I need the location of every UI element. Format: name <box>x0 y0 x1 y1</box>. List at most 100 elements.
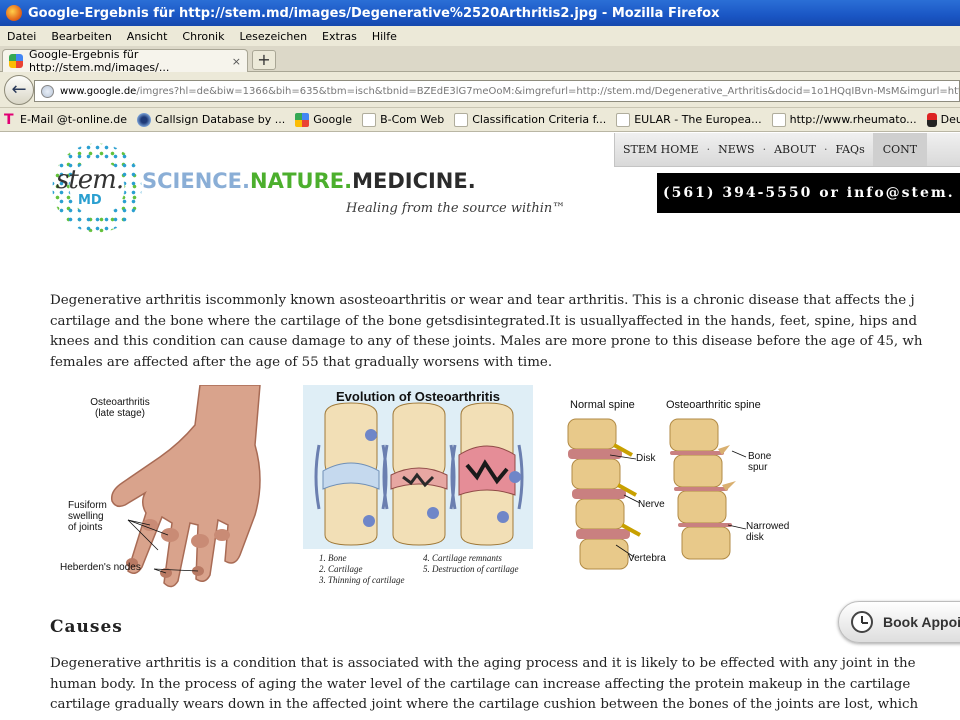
heberden-label: Heberden's nodes <box>60 562 141 573</box>
narrowed-disk-label: Narrowed disk <box>746 521 790 543</box>
evolution-legend-left: 1. Bone 2. Cartilage 3. Thinning of cart… <box>319 553 405 586</box>
bookmark-label: Google <box>313 113 353 126</box>
callsign-icon <box>137 112 152 127</box>
nav-faqs[interactable]: FAQs <box>827 143 872 156</box>
bookmark-label: Classification Criteria f... <box>472 113 607 126</box>
legend-item: 4. Cartilage remnants <box>423 553 502 563</box>
tagline-nature: NATURE. <box>250 169 353 193</box>
url-path: /imgres?hl=de&biw=1366&bih=635&tbm=isch&… <box>136 85 960 97</box>
normal-spine-title: Normal spine <box>570 399 635 411</box>
intro-line: knees and this condition can cause damag… <box>50 334 923 349</box>
bookmark-label: EULAR - The Europea... <box>634 113 762 126</box>
page-icon <box>454 112 469 127</box>
google-favicon-icon <box>9 54 23 68</box>
contact-bar: (561) 394-5550 or info@stem. <box>657 173 960 213</box>
menu-hilfe[interactable]: Hilfe <box>365 30 405 43</box>
logo-stem-text: stem. <box>56 165 124 195</box>
site-tagline: SCIENCE.NATURE.MEDICINE. <box>142 169 476 193</box>
intro-line: females are affected after the age of 55… <box>50 354 553 370</box>
telekom-icon: T <box>4 111 14 128</box>
bookmark-t-online[interactable]: T E-Mail @t-online.de <box>4 113 127 127</box>
menu-ansicht[interactable]: Ansicht <box>120 30 176 43</box>
bookmark-label: E-Mail @t-online.de <box>20 113 128 126</box>
legend-item: 3. Thinning of cartilage <box>319 575 405 585</box>
page-icon <box>362 112 377 127</box>
nav-stem-home[interactable]: STEM HOME <box>615 143 707 156</box>
tab-close-icon[interactable]: × <box>232 55 241 68</box>
menu-lesezeichen[interactable]: Lesezeichen <box>232 30 315 43</box>
bookmark-bcom[interactable]: B-Com Web <box>362 112 445 127</box>
bookmark-label: http://www.rheumato... <box>789 113 917 126</box>
page-content: stem. MD SCIENCE.NATURE.MEDICINE. Healin… <box>0 133 960 720</box>
logo-md-text: MD <box>78 193 102 208</box>
bookmark-eular[interactable]: EULAR - The Europea... <box>616 112 762 127</box>
book-appointment-label: Book Appoi <box>883 614 960 630</box>
joint-stage-1 <box>314 402 388 546</box>
vertebra-label: Vertebra <box>628 553 666 564</box>
nerve-label: Nerve <box>638 499 665 510</box>
joint-stage-2 <box>382 402 456 546</box>
window-title: Google-Ergebnis für http://stem.md/image… <box>28 5 720 21</box>
menu-datei[interactable]: Datei <box>0 30 44 43</box>
menu-chronik[interactable]: Chronik <box>175 30 232 43</box>
bookmark-callsign[interactable]: Callsign Database by ... <box>137 112 286 127</box>
legend-item: 1. Bone <box>319 553 347 563</box>
menu-bearbeiten[interactable]: Bearbeiten <box>44 30 119 43</box>
bookmark-classification[interactable]: Classification Criteria f... <box>454 112 607 127</box>
bookmarks-bar: T E-Mail @t-online.de Callsign Database b… <box>0 108 960 132</box>
hand-title-label: Osteoarthritis (late stage) <box>90 397 150 419</box>
bookmark-rheumato[interactable]: http://www.rheumato... <box>771 112 917 127</box>
causes-paragraph: Degenerative arthritis is a condition th… <box>50 654 960 716</box>
causes-line: Degenerative arthritis is a condition th… <box>50 656 916 671</box>
causes-line: human body. In the process of aging the … <box>50 676 911 692</box>
causes-line: cartilage gradually wears down in the af… <box>50 697 919 712</box>
nav-about[interactable]: ABOUT <box>766 143 824 156</box>
tagline-science: SCIENCE. <box>142 169 251 193</box>
tab-label: Google-Ergebnis für http://stem.md/image… <box>29 48 170 74</box>
bookmark-label: Deutsche Gesellschaf <box>940 113 960 126</box>
bookmark-google[interactable]: Google <box>295 112 353 127</box>
new-tab-button[interactable]: + <box>252 50 276 70</box>
bookmark-label: Callsign Database by ... <box>155 113 286 126</box>
bookmark-deutsche[interactable]: Deutsche Gesellschaf <box>926 112 960 127</box>
tagline-medicine: MEDICINE. <box>352 169 476 193</box>
tab-google-result[interactable]: Google-Ergebnis für http://stem.md/image… <box>2 48 248 74</box>
site-logo[interactable]: stem. MD SCIENCE.NATURE.MEDICINE. Healin… <box>48 143 565 233</box>
oa-spine-title: Osteoarthritic spine <box>666 399 761 411</box>
intro-line: Degenerative arthritis iscommonly known … <box>50 293 915 308</box>
book-appointment-button[interactable]: Book Appoi <box>838 601 960 643</box>
page-icon <box>616 112 631 127</box>
site-subtagline: Healing from the source within™ <box>346 201 566 216</box>
clock-icon <box>851 611 873 633</box>
disk-label: Disk <box>636 453 656 464</box>
legend-item: 5. Destruction of cartilage <box>423 564 519 574</box>
bookmark-label: B-Com Web <box>380 113 445 126</box>
spine-comparison-figure: Normal spine Osteoarthritic spine Disk N… <box>550 385 790 595</box>
back-button[interactable]: ← <box>4 75 34 105</box>
back-arrow-icon: ← <box>11 79 27 100</box>
url-bar[interactable]: www.google.de/imgres?hl=de&biw=1366&bih=… <box>34 80 960 102</box>
causes-heading: Causes <box>50 617 123 637</box>
tab-strip: Google-Ergebnis für http://stem.md/image… <box>0 46 960 74</box>
menu-extras[interactable]: Extras <box>315 30 365 43</box>
dg-icon <box>926 112 937 127</box>
intro-paragraph: Degenerative arthritis iscommonly known … <box>50 291 960 373</box>
firefox-icon <box>6 5 22 21</box>
nav-news[interactable]: NEWS <box>710 143 763 156</box>
evolution-legend-right: 4. Cartilage remnants 5. Destruction of … <box>423 553 519 575</box>
window-titlebar: Google-Ergebnis für http://stem.md/image… <box>0 0 960 26</box>
page-icon <box>771 112 786 127</box>
navigation-bar: www.google.de/imgres?hl=de&biw=1366&bih=… <box>0 72 960 108</box>
intro-line: cartilage and the bone where the cartila… <box>50 313 918 329</box>
fusiform-label: Fusiform swelling of joints <box>68 500 107 533</box>
site-nav: STEM HOME · NEWS · ABOUT · FAQs CONT <box>614 133 960 167</box>
google-icon <box>295 112 310 127</box>
hand-osteoarthritis-figure: Osteoarthritis (late stage) Fusiform swe… <box>50 385 290 595</box>
evolution-title: Evolution of Osteoarthritis <box>336 389 500 404</box>
globe-icon <box>41 84 54 98</box>
bone-spur-label: Bone spur <box>748 451 772 473</box>
nav-contact[interactable]: CONT <box>872 133 928 166</box>
menu-bar: Datei Bearbeiten Ansicht Chronik Lesezei… <box>0 26 960 46</box>
legend-item: 2. Cartilage <box>319 564 363 574</box>
url-host: www.google.de <box>60 85 137 97</box>
